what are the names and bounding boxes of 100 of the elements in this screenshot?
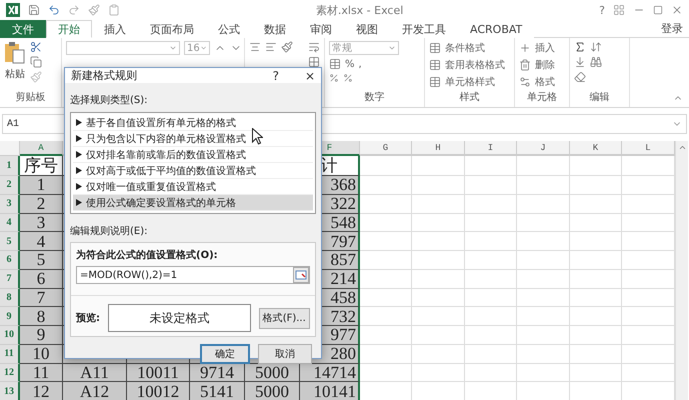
close-button[interactable]: × (304, 68, 315, 82)
ribbon-tab[interactable]: 开始 (46, 20, 92, 38)
column-header[interactable]: A (20, 141, 63, 156)
preview-label: 预览: (76, 312, 100, 325)
group-label: 单元格 (527, 90, 557, 105)
table-cell: 9 (20, 326, 63, 345)
row-header[interactable]: 4 (0, 214, 20, 232)
rule-type-item[interactable]: 基于各自值设置所有单元格的格式 (73, 115, 313, 131)
clipboard-icon[interactable] (108, 4, 120, 16)
table-cell: 10012 (127, 382, 190, 400)
table-cell: 10011 (127, 364, 190, 382)
range-picker-icon[interactable] (293, 267, 309, 283)
sign-in-link[interactable]: 登录 (661, 20, 689, 37)
ribbon-menu-button[interactable]: 删除 (535, 58, 555, 72)
cancel-button[interactable]: 取消 (258, 344, 312, 364)
find-icon[interactable] (590, 56, 602, 68)
table-cell: 5 (20, 251, 63, 270)
help-button[interactable]: ? (272, 68, 279, 82)
row-header[interactable]: 12 (0, 364, 20, 382)
ribbon-menu-button[interactable]: 插入 (535, 41, 555, 55)
rule-type-list[interactable]: 基于各自值设置所有单元格的格式 只为包含以下内容的单元格设置格式 仅对排名靠前或靠后的数值设置格式 仅对高于或低于平均值的数值设置格式 仅对唯一值或重复值设置格式 使用公式确定要设置格式的单元格 (70, 112, 316, 214)
table-cell: A12 (63, 382, 127, 400)
column-header[interactable]: K (570, 141, 622, 156)
row-header[interactable]: 10 (0, 326, 20, 345)
align-icon[interactable] (265, 41, 277, 53)
table-cell: 11 (20, 364, 63, 382)
row-header[interactable]: 2 (0, 176, 20, 195)
undo-icon[interactable] (48, 4, 60, 16)
scroll-up-icon[interactable] (678, 143, 686, 152)
table-cell: 12 (20, 382, 63, 400)
rule-type-item[interactable]: 仅对高于或低于平均值的数值设置格式 (73, 163, 313, 179)
table-cell: 7 (20, 288, 63, 308)
column-header[interactable]: H (412, 141, 465, 156)
comma-button[interactable]: , (358, 58, 362, 70)
table-cell: 6 (20, 270, 63, 288)
column-header[interactable]: G (360, 141, 412, 156)
table-cell: 5000 (245, 382, 300, 400)
table-cell: 5000 (245, 364, 300, 382)
window-title: 素材.xlsx - Excel (314, 2, 404, 18)
triangle-icon (76, 199, 82, 206)
column-header[interactable]: I (465, 141, 517, 156)
group-label: 数字 (364, 90, 384, 105)
table-cell: 4 (20, 232, 63, 251)
mouse-cursor-icon (252, 128, 263, 145)
group-label: 样式 (460, 90, 480, 105)
row-header[interactable]: 9 (0, 307, 20, 326)
align-icon[interactable] (249, 41, 261, 53)
paste-button[interactable]: 粘贴 (4, 41, 26, 81)
section-label: 编辑规则说明(E): (70, 224, 148, 238)
ribbon-menu-button[interactable]: 单元格样式 (445, 75, 495, 89)
save-icon[interactable] (28, 4, 40, 16)
copy-icon[interactable] (30, 56, 42, 68)
table-cell: 2 (20, 194, 63, 214)
help-button[interactable]: ? (599, 4, 605, 16)
maximize-icon[interactable] (653, 5, 663, 15)
triangle-icon (76, 183, 82, 190)
triangle-icon (76, 135, 82, 142)
preview-box: 未设定格式 (108, 304, 251, 332)
section-label: 选择规则类型(S): (70, 94, 149, 107)
formula-input-field[interactable]: =MOD(ROW(),2)=1 (76, 266, 310, 284)
row-header[interactable]: 11 (0, 344, 20, 364)
scrollbar[interactable] (675, 141, 688, 400)
wrap-text-icon[interactable] (308, 41, 320, 53)
eraser-icon[interactable] (574, 71, 586, 83)
ribbon-menu-button[interactable]: 条件格式 (445, 41, 485, 55)
table-cell: 序号 (20, 156, 63, 176)
rule-type-item[interactable]: 使用公式确定要设置格式的单元格 (73, 195, 313, 211)
row-header[interactable]: 1 (0, 156, 20, 176)
format-button[interactable]: 格式(F)... (258, 308, 310, 328)
column-header[interactable]: J (517, 141, 570, 156)
ribbon-menu-button[interactable]: 套用表格格式 (445, 58, 505, 72)
row-header[interactable]: 3 (0, 194, 20, 214)
triangle-icon (76, 167, 82, 174)
row-header[interactable]: 8 (0, 288, 20, 308)
row-header[interactable]: 5 (0, 232, 20, 251)
group-label: 剪贴板 (16, 90, 46, 105)
merge-icon[interactable] (308, 56, 320, 68)
close-icon[interactable] (671, 4, 683, 16)
table-cell: 9714 (190, 364, 245, 382)
row-header[interactable]: 6 (0, 251, 20, 270)
row-header[interactable]: 13 (0, 382, 20, 400)
fill-icon[interactable] (574, 56, 586, 68)
sum-icon[interactable] (574, 41, 586, 53)
table-cell: 8 (20, 307, 63, 326)
font-name-field[interactable] (66, 41, 180, 55)
row-header[interactable]: 7 (0, 270, 20, 288)
triangle-icon (76, 151, 82, 158)
ribbon-menu-button[interactable]: 格式 (535, 75, 555, 89)
percent-button[interactable]: % (345, 58, 355, 70)
brush-icon[interactable] (88, 4, 100, 16)
ok-button[interactable]: 确定 (200, 344, 250, 364)
sort-icon[interactable] (590, 41, 602, 53)
table-cell: 10 (20, 344, 63, 364)
column-header[interactable]: L (622, 141, 675, 156)
spreadsheet-logo-icon[interactable] (6, 3, 20, 17)
dialog-title: 新建格式规则 (71, 68, 138, 83)
file-tab[interactable]: 文件 (0, 20, 46, 38)
rule-type-item[interactable]: 仅对排名靠前或靠后的数值设置格式 (73, 147, 313, 163)
redo-icon[interactable] (68, 4, 80, 16)
cut-icon[interactable] (30, 41, 42, 53)
